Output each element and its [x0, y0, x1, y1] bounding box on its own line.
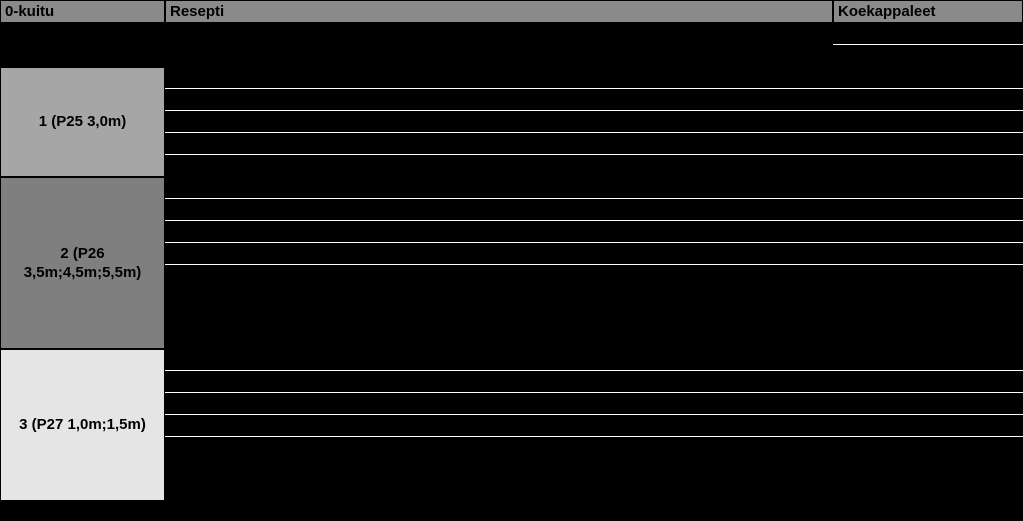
header-resepti: Resepti: [165, 0, 833, 23]
kuitu-2-label: 2 (P26 3,5m;4,5m;5,5m): [0, 177, 165, 349]
group2-koekappaleet: [833, 177, 1023, 349]
group3-koekappaleet: [833, 349, 1023, 501]
recipe-table: 0-kuitu Resepti Koekappaleet 1 (P25 3,0m…: [0, 0, 1023, 501]
kuitu-3-label: 3 (P27 1,0m;1,5m): [0, 349, 165, 501]
spacer-left-top: [0, 23, 165, 67]
header-koekappaleet: Koekappaleet: [833, 0, 1023, 23]
spacer-right-top: [833, 23, 1023, 67]
group2-resepti: [165, 177, 833, 349]
spacer-mid-top: [165, 23, 833, 67]
group1-resepti: [165, 67, 833, 177]
group3-resepti: [165, 349, 833, 501]
header-0kuitu: 0-kuitu: [0, 0, 165, 23]
kuitu-1-label: 1 (P25 3,0m): [0, 67, 165, 177]
group1-koekappaleet: [833, 67, 1023, 177]
